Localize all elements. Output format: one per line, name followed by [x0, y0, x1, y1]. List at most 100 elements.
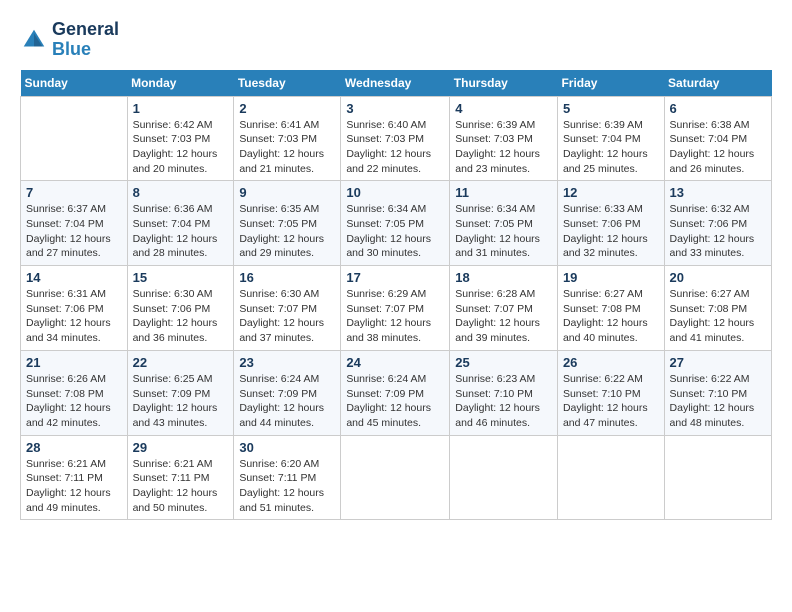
day-number: 6: [670, 101, 766, 116]
day-number: 2: [239, 101, 335, 116]
day-number: 23: [239, 355, 335, 370]
logo: General Blue: [20, 20, 119, 60]
week-row-1: 1 Sunrise: 6:42 AMSunset: 7:03 PMDaylight…: [21, 96, 772, 181]
day-cell-13: 13Sunrise: 6:32 AMSunset: 7:06 PMDayligh…: [664, 181, 771, 266]
page-header: General Blue: [20, 20, 772, 60]
day-number: 3: [346, 101, 444, 116]
days-header-row: SundayMondayTuesdayWednesdayThursdayFrid…: [21, 70, 772, 97]
day-cell-11: 11 Sunrise: 6:34 AMSunset: 7:05 PMDayligh…: [450, 181, 558, 266]
day-header-wednesday: Wednesday: [341, 70, 450, 97]
week-row-2: 7Sunrise: 6:37 AMSunset: 7:04 PMDaylight…: [21, 181, 772, 266]
day-info: Sunrise: 6:38 AMSunset: 7:04 PMDaylight:…: [670, 118, 766, 177]
week-row-5: 28 Sunrise: 6:21 AMSunset: 7:11 PMDayligh…: [21, 435, 772, 520]
day-cell-23: 23Sunrise: 6:24 AMSunset: 7:09 PMDayligh…: [234, 350, 341, 435]
empty-cell: [450, 435, 558, 520]
day-info: Sunrise: 6:26 AMSunset: 7:08 PMDaylight:…: [26, 372, 122, 431]
calendar-table: SundayMondayTuesdayWednesdayThursdayFrid…: [20, 70, 772, 521]
empty-cell: [21, 96, 128, 181]
day-number: 1: [133, 101, 229, 116]
day-cell-9: 9 Sunrise: 6:35 AMSunset: 7:05 PMDaylight…: [234, 181, 341, 266]
day-info: Sunrise: 6:39 AMSunset: 7:04 PMDaylight:…: [563, 118, 659, 177]
day-cell-5: 5 Sunrise: 6:39 AMSunset: 7:04 PMDaylight…: [557, 96, 664, 181]
day-cell-27: 27 Sunrise: 6:22 AMSunset: 7:10 PMDayligh…: [664, 350, 771, 435]
day-info: Sunrise: 6:31 AMSunset: 7:06 PMDaylight:…: [26, 287, 122, 346]
day-info: Sunrise: 6:34 AMSunset: 7:05 PMDaylight:…: [346, 202, 444, 261]
day-number: 7: [26, 185, 122, 200]
day-number: 11: [455, 185, 552, 200]
day-info: Sunrise: 6:27 AMSunset: 7:08 PMDaylight:…: [563, 287, 659, 346]
day-number: 10: [346, 185, 444, 200]
day-info: Sunrise: 6:20 AMSunset: 7:11 PMDaylight:…: [239, 457, 335, 516]
day-number: 19: [563, 270, 659, 285]
day-number: 27: [670, 355, 766, 370]
day-number: 9: [239, 185, 335, 200]
day-cell-28: 28Sunrise: 6:21 AMSunset: 7:11 PMDayligh…: [21, 435, 128, 520]
day-info: Sunrise: 6:33 AMSunset: 7:06 PMDaylight:…: [563, 202, 659, 261]
day-info: Sunrise: 6:22 AMSunset: 7:10 PMDaylight:…: [670, 372, 766, 431]
day-info: Sunrise: 6:30 AMSunset: 7:07 PMDaylight:…: [239, 287, 335, 346]
week-row-3: 14 Sunrise: 6:31 AMSunset: 7:06 PMDayligh…: [21, 266, 772, 351]
day-number: 29: [133, 440, 229, 455]
day-info: Sunrise: 6:30 AMSunset: 7:06 PMDaylight:…: [133, 287, 229, 346]
day-number: 4: [455, 101, 552, 116]
day-number: 18: [455, 270, 552, 285]
day-cell-6: 6 Sunrise: 6:38 AMSunset: 7:04 PMDaylight…: [664, 96, 771, 181]
day-header-tuesday: Tuesday: [234, 70, 341, 97]
day-cell-24: 24 Sunrise: 6:24 AMSunset: 7:09 PMDayligh…: [341, 350, 450, 435]
logo-text: General Blue: [52, 20, 119, 60]
day-info: Sunrise: 6:24 AMSunset: 7:09 PMDaylight:…: [346, 372, 444, 431]
day-cell-26: 26 Sunrise: 6:22 AMSunset: 7:10 PMDayligh…: [557, 350, 664, 435]
day-number: 8: [133, 185, 229, 200]
day-number: 28: [26, 440, 122, 455]
week-row-4: 21 Sunrise: 6:26 AMSunset: 7:08 PMDayligh…: [21, 350, 772, 435]
day-cell-29: 29 Sunrise: 6:21 AMSunset: 7:11 PMDayligh…: [127, 435, 234, 520]
day-cell-30: 30Sunrise: 6:20 AMSunset: 7:11 PMDayligh…: [234, 435, 341, 520]
day-header-thursday: Thursday: [450, 70, 558, 97]
logo-icon: [20, 26, 48, 54]
day-number: 5: [563, 101, 659, 116]
day-number: 24: [346, 355, 444, 370]
day-number: 21: [26, 355, 122, 370]
day-info: Sunrise: 6:34 AMSunset: 7:05 PMDaylight:…: [455, 202, 552, 261]
day-cell-18: 18 Sunrise: 6:28 AMSunset: 7:07 PMDayligh…: [450, 266, 558, 351]
day-cell-15: 15 Sunrise: 6:30 AMSunset: 7:06 PMDayligh…: [127, 266, 234, 351]
day-info: Sunrise: 6:28 AMSunset: 7:07 PMDaylight:…: [455, 287, 552, 346]
day-number: 16: [239, 270, 335, 285]
day-number: 22: [133, 355, 229, 370]
day-number: 20: [670, 270, 766, 285]
empty-cell: [664, 435, 771, 520]
day-info: Sunrise: 6:21 AMSunset: 7:11 PMDaylight:…: [133, 457, 229, 516]
day-info: Sunrise: 6:41 AMSunset: 7:03 PMDaylight:…: [239, 118, 335, 177]
day-cell-3: 3Sunrise: 6:40 AMSunset: 7:03 PMDaylight…: [341, 96, 450, 181]
day-info: Sunrise: 6:27 AMSunset: 7:08 PMDaylight:…: [670, 287, 766, 346]
day-info: Sunrise: 6:35 AMSunset: 7:05 PMDaylight:…: [239, 202, 335, 261]
day-info: Sunrise: 6:29 AMSunset: 7:07 PMDaylight:…: [346, 287, 444, 346]
day-cell-12: 12 Sunrise: 6:33 AMSunset: 7:06 PMDayligh…: [557, 181, 664, 266]
day-cell-8: 8 Sunrise: 6:36 AMSunset: 7:04 PMDaylight…: [127, 181, 234, 266]
day-cell-10: 10 Sunrise: 6:34 AMSunset: 7:05 PMDayligh…: [341, 181, 450, 266]
day-cell-2: 2 Sunrise: 6:41 AMSunset: 7:03 PMDaylight…: [234, 96, 341, 181]
day-number: 14: [26, 270, 122, 285]
day-header-monday: Monday: [127, 70, 234, 97]
day-cell-19: 19 Sunrise: 6:27 AMSunset: 7:08 PMDayligh…: [557, 266, 664, 351]
day-cell-17: 17 Sunrise: 6:29 AMSunset: 7:07 PMDayligh…: [341, 266, 450, 351]
day-info: Sunrise: 6:36 AMSunset: 7:04 PMDaylight:…: [133, 202, 229, 261]
day-cell-1: 1 Sunrise: 6:42 AMSunset: 7:03 PMDaylight…: [127, 96, 234, 181]
day-number: 12: [563, 185, 659, 200]
empty-cell: [341, 435, 450, 520]
day-info: Sunrise: 6:42 AMSunset: 7:03 PMDaylight:…: [133, 118, 229, 177]
day-cell-7: 7Sunrise: 6:37 AMSunset: 7:04 PMDaylight…: [21, 181, 128, 266]
day-info: Sunrise: 6:22 AMSunset: 7:10 PMDaylight:…: [563, 372, 659, 431]
day-number: 25: [455, 355, 552, 370]
day-number: 15: [133, 270, 229, 285]
day-header-saturday: Saturday: [664, 70, 771, 97]
day-header-friday: Friday: [557, 70, 664, 97]
day-number: 17: [346, 270, 444, 285]
day-cell-4: 4Sunrise: 6:39 AMSunset: 7:03 PMDaylight…: [450, 96, 558, 181]
day-cell-16: 16 Sunrise: 6:30 AMSunset: 7:07 PMDayligh…: [234, 266, 341, 351]
day-cell-25: 25Sunrise: 6:23 AMSunset: 7:10 PMDayligh…: [450, 350, 558, 435]
day-cell-22: 22 Sunrise: 6:25 AMSunset: 7:09 PMDayligh…: [127, 350, 234, 435]
day-number: 26: [563, 355, 659, 370]
day-info: Sunrise: 6:25 AMSunset: 7:09 PMDaylight:…: [133, 372, 229, 431]
day-cell-21: 21 Sunrise: 6:26 AMSunset: 7:08 PMDayligh…: [21, 350, 128, 435]
